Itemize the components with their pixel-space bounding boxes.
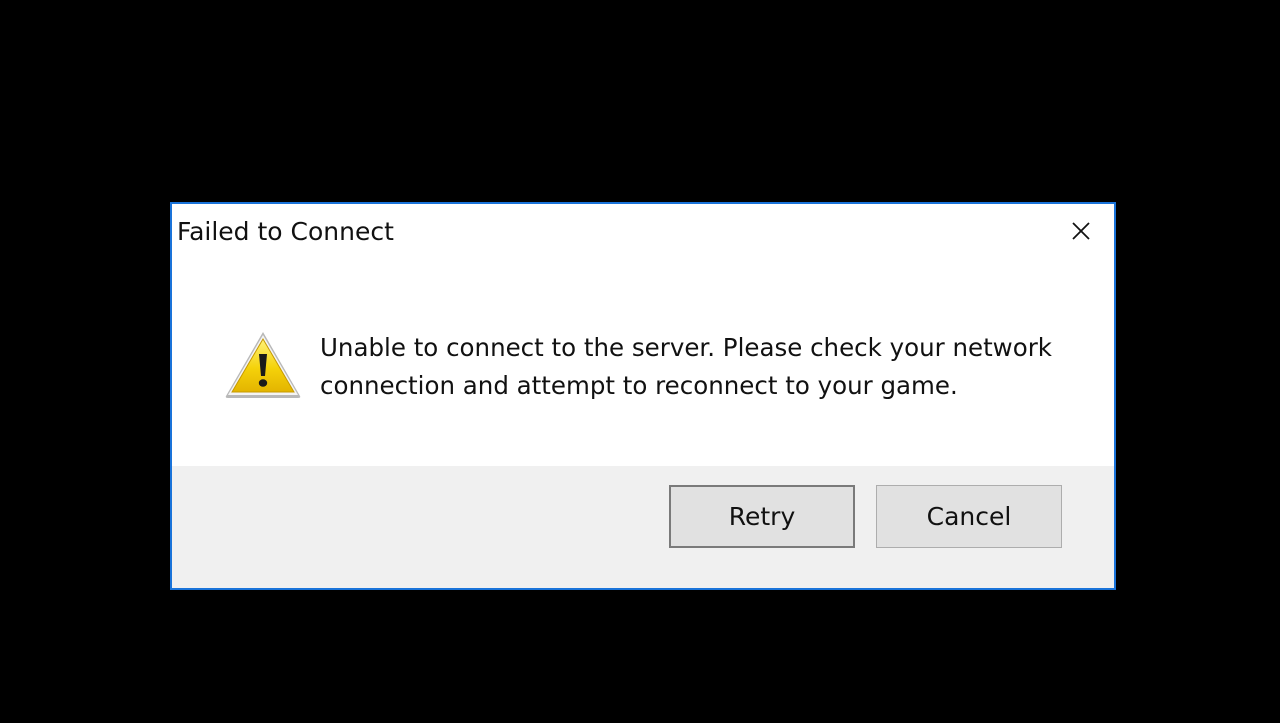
close-icon xyxy=(1072,222,1090,240)
dialog-titlebar[interactable]: Failed to Connect xyxy=(172,204,1114,260)
cancel-button[interactable]: Cancel xyxy=(876,485,1062,548)
dialog-content: Unable to connect to the server. Please … xyxy=(172,260,1114,466)
dialog-button-bar: Retry Cancel xyxy=(172,466,1114,588)
warning-icon xyxy=(225,332,301,398)
dialog-title: Failed to Connect xyxy=(177,217,394,246)
screen-background: Failed to Connect Unable to connect to t… xyxy=(0,0,1280,723)
retry-button[interactable]: Retry xyxy=(669,485,855,548)
error-message: Unable to connect to the server. Please … xyxy=(320,333,1052,400)
close-button[interactable] xyxy=(1064,214,1098,248)
error-dialog: Failed to Connect Unable to connect to t… xyxy=(170,202,1116,590)
